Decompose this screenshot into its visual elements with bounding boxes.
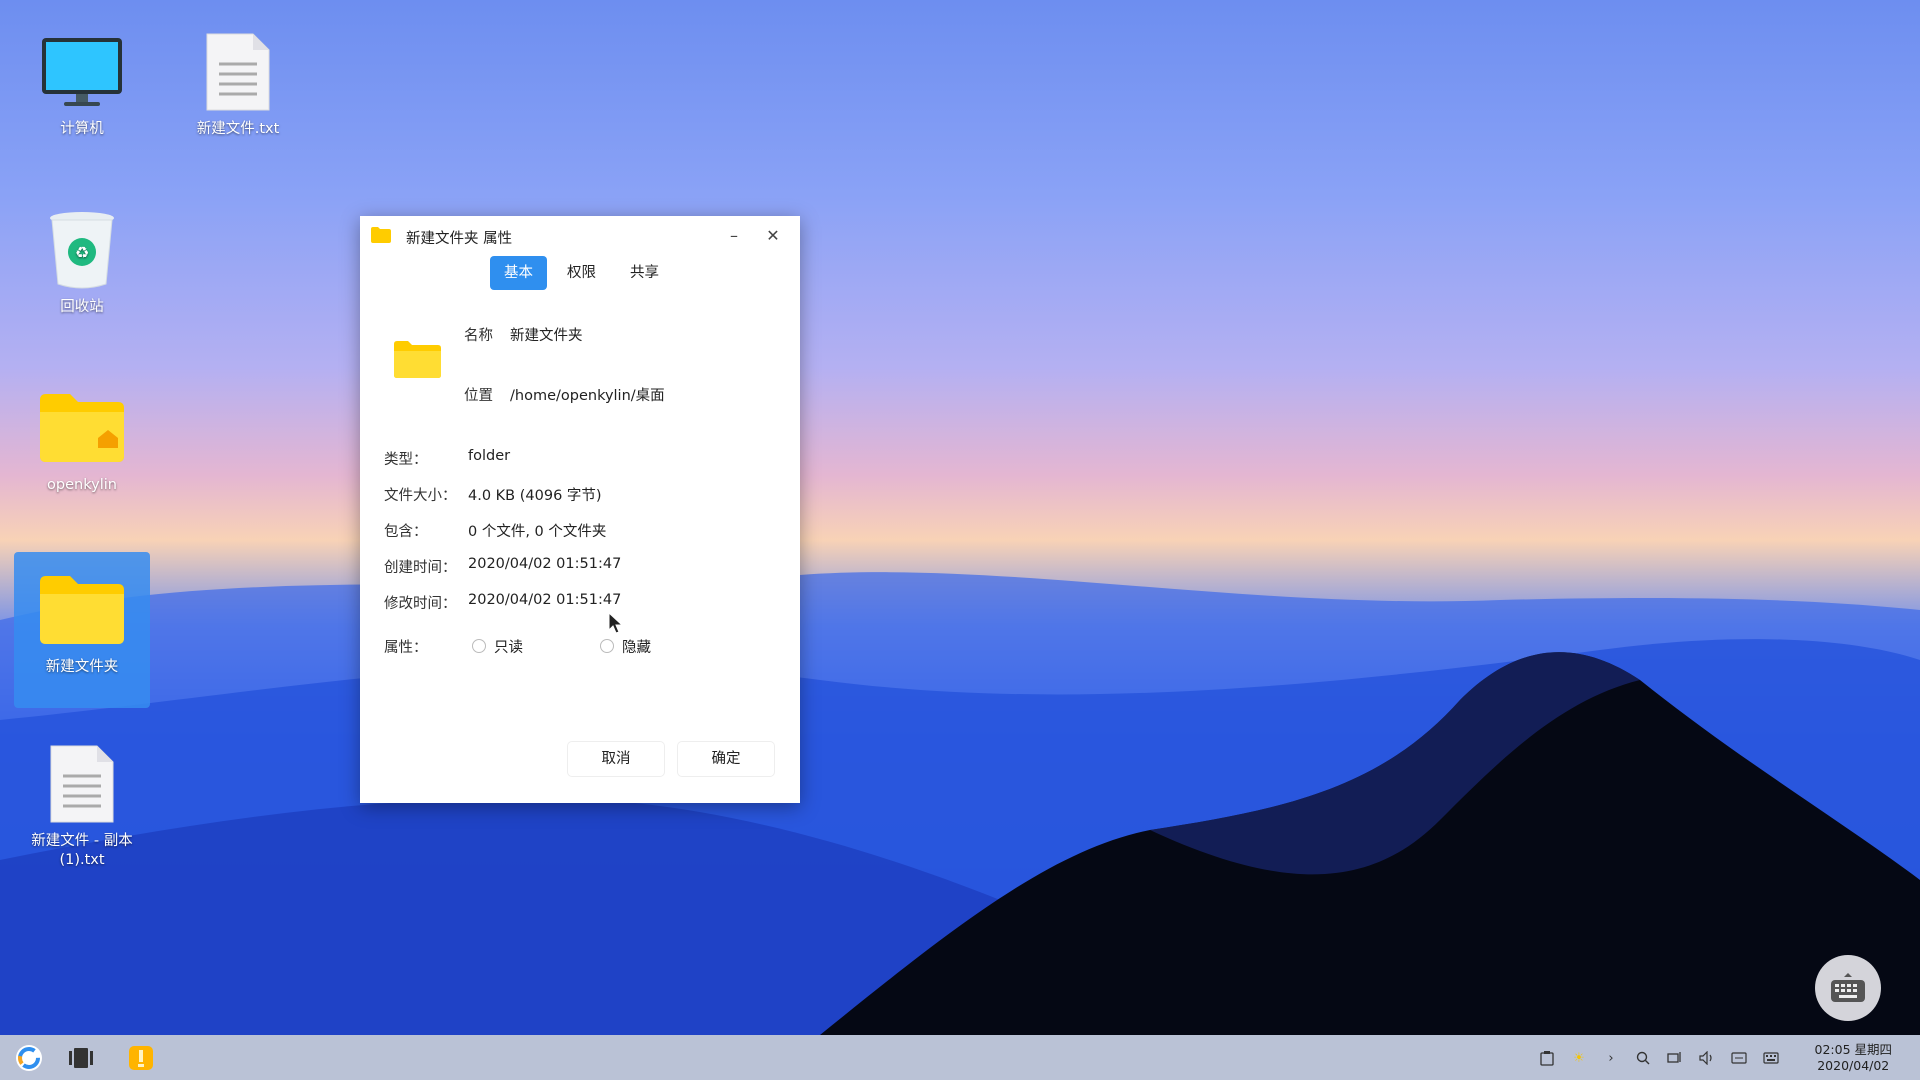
search-icon[interactable] (1632, 1047, 1654, 1069)
folder-icon (38, 566, 126, 654)
volume-icon[interactable] (1696, 1047, 1718, 1069)
file-manager-button[interactable] (126, 1043, 156, 1073)
keyboard-icon (1831, 973, 1865, 1002)
ok-button[interactable]: 确定 (678, 742, 774, 776)
tab-bar: 基本 权限 共享 (490, 256, 673, 290)
created-label: 创建时间： (384, 560, 457, 576)
clock[interactable]: 02:05 星期四 2020/04/02 (1815, 1042, 1893, 1074)
desktop-icon-home-folder[interactable]: openkylin (14, 384, 150, 495)
desktop-icon-label: 新建文件 - 副本(1).txt (31, 833, 133, 868)
minimize-button[interactable]: – (721, 223, 747, 247)
mouse-cursor (608, 612, 624, 634)
text-file-icon (194, 28, 282, 116)
size-label: 文件大小： (384, 488, 457, 504)
desktop-icon-new-file-txt[interactable]: 新建文件.txt (170, 28, 306, 139)
properties-dialog: 新建文件夹 属性 – ✕ 基本 权限 共享 名称 新建文件夹 位置 /home/… (360, 216, 800, 803)
close-button[interactable]: ✕ (760, 223, 786, 247)
desktop-icon-label: openkylin (47, 477, 117, 493)
desktop-icon-computer[interactable]: 计算机 (14, 28, 150, 139)
attributes-label: 属性： (384, 640, 428, 656)
network-icon[interactable] (1664, 1047, 1686, 1069)
trash-icon: ♻ (38, 206, 126, 294)
wallpaper (0, 572, 1920, 1035)
input-method-icon[interactable] (1728, 1047, 1750, 1069)
clock-date: 2020/04/02 (1817, 1058, 1890, 1073)
tab-share[interactable]: 共享 (616, 256, 673, 290)
expand-tray-icon[interactable]: › (1600, 1047, 1622, 1069)
created-value: 2020/04/02 01:51:47 (468, 556, 622, 572)
taskbar: ☀ › 02:05 星期四 2020/04/02 (0, 1035, 1920, 1080)
tab-basic[interactable]: 基本 (490, 256, 547, 290)
location-value: /home/openkylin/桌面 (510, 388, 665, 404)
contains-label: 包含： (384, 524, 428, 540)
folder-icon (370, 226, 392, 248)
dialog-title: 新建文件夹 属性 (406, 231, 513, 247)
readonly-checkbox[interactable] (472, 639, 486, 653)
type-value: folder (468, 448, 511, 464)
hidden-checkbox[interactable] (600, 639, 614, 653)
contains-value: 0 个文件, 0 个文件夹 (468, 524, 607, 540)
virtual-keyboard-button[interactable] (1815, 955, 1881, 1021)
home-folder-icon (38, 384, 126, 472)
folder-preview (384, 326, 450, 392)
folder-icon (394, 341, 441, 378)
desktop-icon-new-folder[interactable]: 新建文件夹 (14, 552, 150, 708)
start-menu-button[interactable] (14, 1043, 44, 1073)
desktop-icon-trash[interactable]: ♻ 回收站 (14, 206, 150, 317)
night-mode-icon[interactable]: ☀ (1568, 1047, 1590, 1069)
location-label: 位置 (464, 388, 493, 404)
cancel-button[interactable]: 取消 (568, 742, 664, 776)
readonly-label[interactable]: 只读 (494, 636, 523, 657)
modified-value: 2020/04/02 01:51:47 (468, 592, 622, 608)
tab-permissions[interactable]: 权限 (553, 256, 610, 290)
name-label: 名称 (464, 328, 493, 344)
multitask-view-button[interactable] (66, 1043, 96, 1073)
computer-icon (38, 28, 126, 116)
start-menu-icon (16, 1045, 42, 1071)
file-manager-icon (129, 1046, 153, 1070)
modified-label: 修改时间： (384, 596, 457, 612)
hidden-label[interactable]: 隐藏 (622, 636, 651, 657)
svg-text:♻: ♻ (75, 243, 89, 262)
text-file-icon (38, 740, 126, 828)
name-value[interactable]: 新建文件夹 (510, 324, 583, 345)
desktop-icon-new-file-copy[interactable]: 新建文件 - 副本(1).txt (14, 740, 150, 870)
clipboard-icon[interactable] (1536, 1047, 1558, 1069)
desktop-icon-label: 回收站 (60, 299, 104, 315)
keyboard-tray-icon[interactable] (1760, 1047, 1782, 1069)
multitask-icon (69, 1048, 93, 1068)
title-bar[interactable]: 新建文件夹 属性 – ✕ (360, 216, 800, 254)
desktop-icon-label: 计算机 (60, 121, 104, 137)
desktop-icon-label: 新建文件.txt (196, 121, 280, 137)
desktop-icon-label: 新建文件夹 (45, 659, 119, 675)
size-value: 4.0 KB (4096 字节) (468, 488, 602, 504)
type-label: 类型： (384, 452, 428, 468)
clock-time: 02:05 星期四 (1814, 1042, 1893, 1057)
